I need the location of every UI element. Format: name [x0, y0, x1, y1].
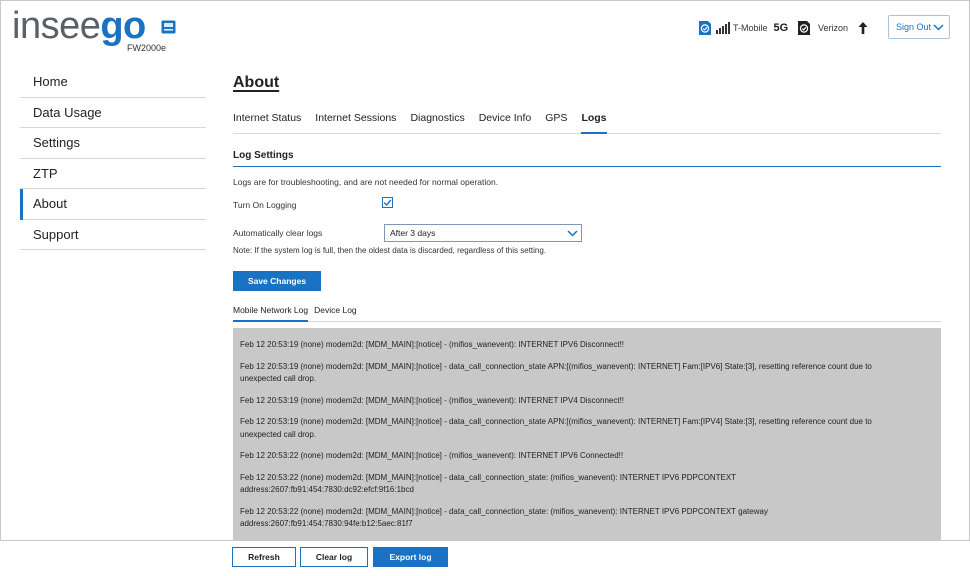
tab-bar: Internet Status Internet Sessions Diagno…: [233, 112, 941, 134]
arrow-up-icon: [858, 22, 868, 34]
log-entry: Feb 12 20:53:22 (none) modem2d: [MDM_MAI…: [240, 506, 768, 529]
tab-internet-status[interactable]: Internet Status: [233, 112, 301, 134]
tab-logs[interactable]: Logs: [581, 112, 607, 134]
subtab-device-log[interactable]: Device Log: [314, 305, 357, 322]
sidebar-item-data-usage[interactable]: Data Usage: [20, 98, 206, 128]
section-divider: [233, 166, 941, 167]
auto-clear-logs-label: Automatically clear logs: [233, 228, 323, 238]
log-subtab-bar: Mobile Network Log Device Log: [233, 305, 941, 322]
log-entry: Feb 12 20:53:19 (none) modem2d: [MDM_MAI…: [240, 361, 872, 384]
export-log-button[interactable]: Export log: [373, 547, 448, 567]
log-entry: Feb 12 20:53:22 (none) modem2d: [MDM_MAI…: [240, 451, 624, 460]
sidebar-nav: Home Data Usage Settings ZTP About Suppo…: [20, 67, 206, 250]
page-title: About: [233, 74, 280, 91]
sign-out-button[interactable]: Sign Out: [888, 15, 950, 39]
auto-clear-logs-value: After 3 days: [390, 228, 436, 238]
subtab-mobile-network-log[interactable]: Mobile Network Log: [233, 305, 309, 322]
footer-action-bar: Refresh Clear log Export log: [0, 540, 970, 576]
refresh-button[interactable]: Refresh: [232, 547, 296, 567]
sidebar-item-support[interactable]: Support: [20, 220, 206, 250]
turn-on-logging-checkbox[interactable]: [382, 197, 393, 208]
sidebar-item-home[interactable]: Home: [20, 67, 206, 98]
carrier1-name: T-Mobile: [733, 23, 768, 33]
sidebar-item-settings[interactable]: Settings: [20, 128, 206, 159]
carrier2-status: Verizon: [796, 18, 868, 38]
chevron-down-icon: [567, 229, 578, 237]
log-entry: Feb 12 20:53:19 (none) modem2d: [MDM_MAI…: [240, 395, 625, 405]
log-entry: Feb 12 20:53:19 (none) modem2d: [MDM_MAI…: [240, 417, 872, 439]
inseego-logo: inseego: [12, 5, 146, 47]
clear-log-button[interactable]: Clear log: [300, 547, 368, 567]
network-tech-badge: 5G: [773, 22, 789, 34]
carrier2-name: Verizon: [818, 23, 849, 33]
device-model: FW2000e: [127, 43, 167, 53]
log-output[interactable]: Feb 12 20:53:19 (none) modem2d: [MDM_MAI…: [233, 328, 941, 540]
sidebar-item-about[interactable]: About: [20, 189, 206, 220]
sign-out-label: Sign Out: [896, 22, 932, 32]
log-settings-title: Log Settings: [233, 150, 294, 161]
save-changes-button[interactable]: Save Changes: [233, 271, 321, 291]
chevron-down-icon: [933, 23, 944, 31]
sim-icon: [699, 21, 711, 35]
log-full-note: Note: If the system log is full, then th…: [233, 246, 547, 255]
log-entry: Feb 12 20:53:22 (none) modem2d: [MDM_MAI…: [240, 472, 736, 495]
log-settings-description: Logs are for troubleshooting, and are no…: [233, 177, 499, 187]
turn-on-logging-label: Turn On Logging: [233, 200, 297, 210]
checkmark-icon: [383, 199, 392, 207]
tab-gps[interactable]: GPS: [545, 112, 567, 134]
tab-diagnostics[interactable]: Diagnostics: [410, 112, 464, 134]
signal-bars-icon: [716, 22, 730, 34]
tab-internet-sessions[interactable]: Internet Sessions: [315, 112, 396, 134]
carrier1-status: T-Mobile 5G: [697, 18, 788, 38]
tab-device-info[interactable]: Device Info: [479, 112, 532, 134]
auto-clear-logs-select[interactable]: After 3 days: [384, 224, 582, 242]
sim-inactive-icon: [798, 21, 810, 35]
log-entry: Feb 12 20:53:19 (none) modem2d: [MDM_MAI…: [240, 340, 625, 349]
sidebar-item-ztp[interactable]: ZTP: [20, 159, 206, 189]
router-icon[interactable]: [161, 20, 176, 34]
